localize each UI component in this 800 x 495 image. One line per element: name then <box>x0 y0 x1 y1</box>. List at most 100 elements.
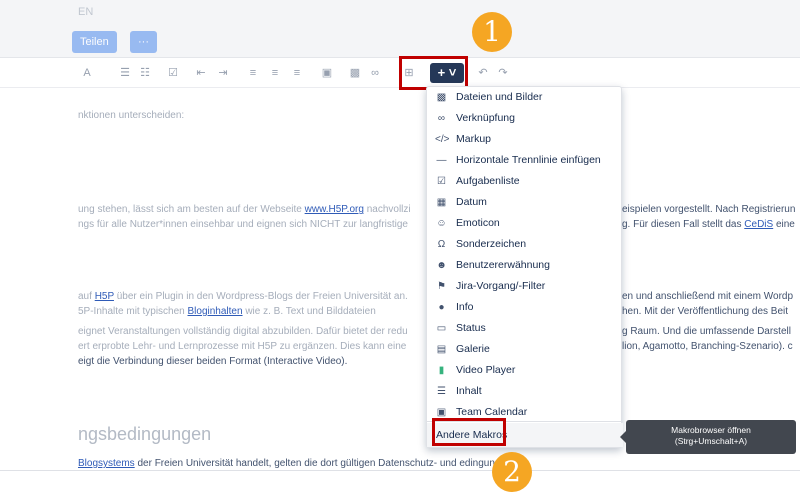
content-text: ung stehen, lässt sich am besten auf der… <box>78 204 305 215</box>
bullet-list-icon[interactable]: ☰ <box>118 66 132 80</box>
gallery-icon: ▤ <box>436 344 447 355</box>
menu-item-info[interactable]: ● Info <box>427 297 623 318</box>
section-heading: ngsbedingungen <box>78 424 212 444</box>
content-line: ngs für alle Nutzer*innen einsehbar und … <box>78 219 408 230</box>
link-icon: ∞ <box>437 113 446 124</box>
menu-item-label: Video Player <box>456 364 516 376</box>
horizontal-rule-icon: — <box>436 155 447 166</box>
redo-icon[interactable]: ↷ <box>496 66 510 80</box>
content-text: g. Für diesen Fall stellt das <box>622 219 745 230</box>
content-text: wie z. B. Text und Bilddateien <box>242 306 376 317</box>
content-line: lion, Agamotto, Branching-Szenario). c <box>622 341 793 352</box>
content-line: ung stehen, lässt sich am besten auf der… <box>78 204 411 215</box>
menu-item-emoticon[interactable]: ☺ Emoticon <box>427 213 623 234</box>
content-line: auf H5P über ein Plugin in den Wordpress… <box>78 291 408 302</box>
layout-icon[interactable]: ▣ <box>320 66 334 80</box>
mention-icon: ☻ <box>436 260 447 271</box>
menu-item-gallery[interactable]: ▤ Galerie <box>427 339 623 360</box>
highlight-box-plus <box>399 56 468 90</box>
content-line: g. Für diesen Fall stellt das CeDiS eine <box>622 219 795 230</box>
content-text: nachvollzi <box>363 204 411 215</box>
bloginhalten-link[interactable]: Bloginhalten <box>188 306 243 317</box>
h5p-org-link[interactable]: www.H5P.org <box>305 204 364 215</box>
omega-icon: Ω <box>437 239 446 250</box>
menu-item-label: Datum <box>456 196 487 208</box>
step-badge-1: 1 <box>472 12 512 52</box>
menu-item-label: Horizontale Trennlinie einfügen <box>456 154 601 166</box>
menu-item-label: Galerie <box>456 343 490 355</box>
menu-item-label: Emoticon <box>456 217 500 229</box>
image-icon[interactable]: ▩ <box>348 66 362 80</box>
content-line: ert erprobte Lehr- und Lernprozesse mit … <box>78 341 407 352</box>
align-right-icon[interactable]: ≡ <box>290 66 304 80</box>
more-button[interactable]: ··· <box>130 31 157 53</box>
page-content: nktionen unterscheiden: ung stehen, läss… <box>0 88 800 468</box>
toc-icon: ☰ <box>437 386 446 397</box>
menu-item-label: Dateien und Bilder <box>456 91 543 103</box>
content-line: eigt die Verbindung dieser beiden Format… <box>78 356 348 367</box>
align-center-icon[interactable]: ≡ <box>268 66 282 80</box>
menu-item-markup[interactable]: </> Markup <box>427 129 623 150</box>
info-icon: ● <box>438 302 445 313</box>
code-icon: </> <box>435 134 450 145</box>
menu-item-mention[interactable]: ☻ Benutzererwähnung <box>427 255 623 276</box>
jira-icon: ⚑ <box>437 281 446 292</box>
emoticon-icon: ☺ <box>436 218 447 229</box>
numbered-list-icon[interactable]: ☷ <box>138 66 152 80</box>
share-button[interactable]: Teilen <box>72 31 117 53</box>
menu-item-label: Verknüpfung <box>456 112 515 124</box>
menu-item-link[interactable]: ∞ Verknüpfung <box>427 108 623 129</box>
menu-item-label: Jira-Vorgang/-Filter <box>456 280 546 292</box>
blogsystems-link[interactable]: Blogsystems <box>78 458 135 469</box>
menu-item-label: Status <box>456 322 486 334</box>
link-icon[interactable]: ∞ <box>368 66 382 80</box>
menu-item-files-images[interactable]: ▩ Dateien und Bilder <box>427 87 623 108</box>
content-line: en und anschließend mit einem Wordp <box>622 291 794 302</box>
menu-item-date[interactable]: ▦ Datum <box>427 192 623 213</box>
menu-item-toc[interactable]: ☰ Inhalt <box>427 381 623 402</box>
menu-item-label: Aufgabenliste <box>456 175 520 187</box>
menu-item-status[interactable]: ▭ Status <box>427 318 623 339</box>
content-text: über ein Plugin in den Wordpress-Blogs d… <box>113 291 408 302</box>
menu-item-label: Inhalt <box>456 385 482 397</box>
menu-item-video-player[interactable]: ▮ Video Player <box>427 360 623 381</box>
content-line: g Raum. Und die umfassende Darstell <box>622 326 791 337</box>
menu-item-label: Info <box>456 301 474 313</box>
image-icon: ▩ <box>436 92 447 103</box>
menu-item-horizontal-rule[interactable]: — Horizontale Trennlinie einfügen <box>427 150 623 171</box>
bottom-divider <box>0 470 800 471</box>
content-text: eine <box>773 219 795 230</box>
outdent-icon[interactable]: ⇤ <box>194 66 208 80</box>
content-line: hen. Mit der Veröffentlichung des Beit <box>622 306 789 317</box>
status-icon: ▭ <box>436 323 447 334</box>
menu-item-task-list[interactable]: ☑ Aufgabenliste <box>427 171 623 192</box>
content-line: nktionen unterscheiden: <box>78 110 185 121</box>
menu-item-jira[interactable]: ⚑ Jira-Vorgang/-Filter <box>427 276 623 297</box>
tooltip-line: Makrobrowser öffnen <box>671 425 751 435</box>
content-line: 5P-Inhalte mit typischen Bloginhalten wi… <box>78 306 376 317</box>
content-line: eignet Veranstaltungen vollständig digit… <box>78 326 408 337</box>
menu-item-label: Sonderzeichen <box>456 238 527 250</box>
macro-browser-tooltip: Makrobrowser öffnen (Strg+Umschalt+A) <box>620 420 796 454</box>
faded-title: EN <box>78 6 94 18</box>
indent-icon[interactable]: ⇥ <box>216 66 230 80</box>
tooltip-line: (Strg+Umschalt+A) <box>674 436 748 446</box>
calendar-icon: ▦ <box>436 197 447 208</box>
insert-menu: ▩ Dateien und Bilder ∞ Verknüpfung </> Mark… <box>426 86 623 448</box>
content-line: eispielen vorgestellt. Nach Registrierun <box>622 204 796 215</box>
align-left-icon[interactable]: ≡ <box>246 66 260 80</box>
h5p-link[interactable]: H5P <box>95 291 114 302</box>
footer-line: Blogsystems der Freien Universität hande… <box>78 458 514 469</box>
menu-item-label: Benutzererwähnung <box>456 259 550 271</box>
menu-item-special-chars[interactable]: Ω Sonderzeichen <box>427 234 623 255</box>
menu-item-label: Markup <box>456 133 492 145</box>
cedis-link[interactable]: CeDiS <box>744 219 773 230</box>
text-color-icon[interactable]: A <box>80 66 94 80</box>
action-bar: Teilen ··· <box>0 26 800 58</box>
highlight-box-other-macros <box>432 418 506 446</box>
undo-icon[interactable]: ↶ <box>476 66 490 80</box>
top-bar: EN <box>0 0 800 26</box>
checkbox-icon[interactable]: ☑ <box>166 66 180 80</box>
content-text: auf <box>78 291 95 302</box>
step-badge-2: 2 <box>492 452 532 492</box>
